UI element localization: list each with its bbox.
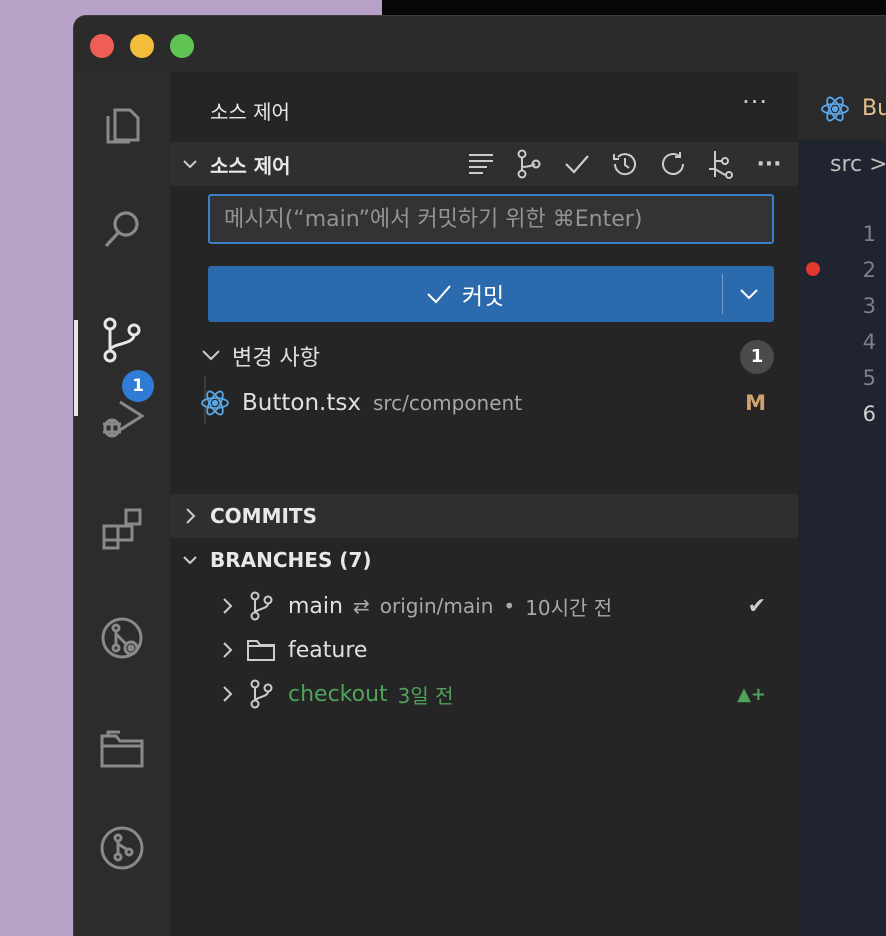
chevron-right-icon <box>170 506 210 526</box>
commit-check-icon[interactable] <box>560 147 594 181</box>
branch-name: main <box>288 593 343 619</box>
history-icon[interactable] <box>608 147 642 181</box>
line-number: 1 <box>862 222 876 246</box>
branch-icon <box>242 679 280 709</box>
line-number: 3 <box>862 294 876 318</box>
chevron-right-icon <box>170 684 242 704</box>
commit-dropdown-button[interactable] <box>723 287 774 301</box>
sidebar-title: 소스 제어 <box>210 100 290 124</box>
ahead-status: ▲+ <box>737 683 766 705</box>
refresh-icon[interactable] <box>656 147 690 181</box>
chevron-right-icon <box>170 640 242 660</box>
line-number: 2 <box>862 258 876 282</box>
graph-icon[interactable] <box>704 147 738 181</box>
maximize-window-button[interactable] <box>170 34 194 58</box>
editor-tab-label[interactable]: Bu <box>862 96 886 121</box>
chevron-down-icon <box>170 155 210 173</box>
react-file-icon <box>201 390 229 416</box>
folder-icon[interactable] <box>74 712 170 784</box>
editor-area: Bu src > 1 2 3 4 5 6 <box>798 72 886 936</box>
run-debug-icon[interactable] <box>74 382 170 454</box>
commits-section-header[interactable]: COMMITS <box>170 494 798 538</box>
commit-label: 커밋 <box>461 284 505 310</box>
commit-message-input[interactable] <box>208 194 774 244</box>
chevron-down-icon <box>739 289 758 300</box>
scm-toolbar: ··· <box>464 142 786 186</box>
commits-title: COMMITS <box>210 504 317 528</box>
file-status-modified: M <box>745 391 766 415</box>
branch-row-feature[interactable]: feature <box>170 628 798 672</box>
extensions-icon[interactable] <box>74 492 170 564</box>
changes-label: 변경 사항 <box>232 346 320 371</box>
changes-count: 1 <box>740 340 774 374</box>
branch-row-checkout[interactable]: checkout 3일 전 ▲+ <box>170 672 798 716</box>
search-icon[interactable] <box>74 194 170 266</box>
check-icon <box>427 285 451 304</box>
scm-section-title: 소스 제어 <box>210 153 291 178</box>
chevron-right-icon <box>170 596 242 616</box>
source-control-sidebar: 소스 제어 ··· 소스 제어 ··· 메시지(“main”에서 커밋하기 위한… <box>170 72 798 936</box>
commit-main-action[interactable]: 커밋 <box>208 277 722 311</box>
scm-section-header[interactable]: 소스 제어 ··· <box>170 142 798 186</box>
breadcrumb[interactable]: src > <box>830 152 886 177</box>
file-directory: src/component <box>372 391 523 415</box>
branches-title: BRANCHES (7) <box>210 548 372 572</box>
remote-explorer-icon[interactable] <box>74 602 170 674</box>
branches-section-header[interactable]: BRANCHES (7) <box>170 538 798 582</box>
explorer-icon[interactable] <box>74 86 170 158</box>
react-file-icon <box>821 96 849 122</box>
line-number: 4 <box>862 330 876 354</box>
file-name: Button.tsx <box>242 390 361 416</box>
line-number-current: 6 <box>862 402 876 426</box>
line-number: 5 <box>862 366 876 390</box>
vscode-window: 1 소스 제어 ··· 소스 제어 ··· 메시지(“main”에서 커밋하기 … <box>74 16 886 936</box>
branch-row-main[interactable]: main ⇄ origin/main • 10시간 전 ✔ <box>170 584 798 628</box>
folder-icon <box>242 638 280 662</box>
chevron-down-icon <box>202 350 220 361</box>
view-as-list-icon[interactable] <box>464 147 498 181</box>
sync-arrows-icon: ⇄ <box>352 594 370 618</box>
branch-time: 3일 전 <box>397 683 454 708</box>
separator-dot: • <box>503 594 516 618</box>
title-bar <box>74 16 886 72</box>
current-branch-check: ✔ <box>747 593 766 619</box>
activity-bar: 1 <box>74 72 170 936</box>
changes-group[interactable]: 변경 사항 1 <box>194 334 774 378</box>
more-actions-button[interactable]: ··· <box>752 147 786 181</box>
editor-tab-bar: Bu <box>798 72 886 140</box>
minimize-window-button[interactable] <box>130 34 154 58</box>
chevron-down-icon <box>170 551 210 569</box>
sidebar-more-button[interactable]: ··· <box>742 88 768 116</box>
source-control-icon[interactable] <box>74 304 170 376</box>
close-window-button[interactable] <box>90 34 114 58</box>
git-graph-icon[interactable] <box>74 812 170 884</box>
branch-folder-name: feature <box>288 637 368 663</box>
changed-file-row[interactable]: Button.tsx src/component M <box>200 380 774 426</box>
branch-icon <box>242 591 280 621</box>
branch-name: checkout <box>288 681 388 707</box>
branch-upstream: origin/main <box>379 594 494 618</box>
commit-button[interactable]: 커밋 <box>208 266 774 322</box>
branch-time: 10시간 전 <box>525 595 613 620</box>
branch-icon[interactable] <box>512 147 546 181</box>
